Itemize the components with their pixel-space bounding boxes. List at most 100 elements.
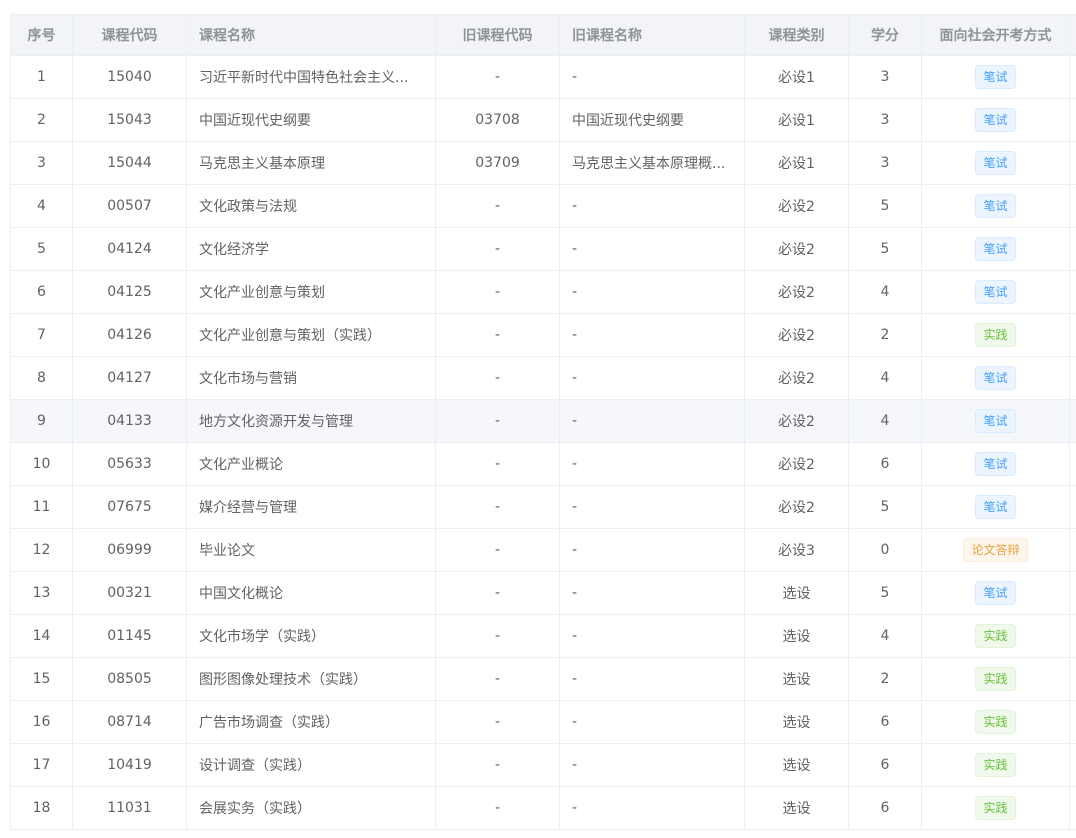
cell-gutter <box>1069 786 1076 830</box>
cell-course-category: 选设 <box>744 614 849 658</box>
cell-exam-method: 笔试 <box>921 227 1070 271</box>
table-row[interactable]: 17 10419 设计调查（实践） - - 选设 6 实践 <box>10 743 1076 787</box>
exam-method-tag: 实践 <box>975 796 1016 820</box>
cell-course-code: 08714 <box>72 700 187 744</box>
cell-exam-method: 实践 <box>921 657 1070 701</box>
table-row[interactable]: 15 08505 图形图像处理技术（实践） - - 选设 2 实践 <box>10 657 1076 701</box>
table-row[interactable]: 2 15043 中国近现代史纲要 03708 中国近现代史纲要 必设1 3 笔试 <box>10 98 1076 142</box>
course-table: 序号 课程代码 课程名称 旧课程代码 旧课程名称 课程类别 学分 面向社会开考方… <box>10 14 1076 830</box>
cell-old-course-code: - <box>435 55 560 99</box>
cell-course-name: 文化市场与营销 <box>186 356 436 400</box>
cell-course-code: 15043 <box>72 98 187 142</box>
cell-old-course-name: 中国近现代史纲要 <box>559 98 745 142</box>
cell-credits: 4 <box>848 614 922 658</box>
cell-gutter <box>1069 313 1076 357</box>
cell-course-category: 选设 <box>744 700 849 744</box>
cell-course-code: 11031 <box>72 786 187 830</box>
cell-course-category: 必设2 <box>744 356 849 400</box>
cell-old-course-name: - <box>559 485 745 529</box>
header-course-name: 课程名称 <box>186 14 436 56</box>
cell-credits: 2 <box>848 313 922 357</box>
cell-index: 15 <box>10 657 73 701</box>
table-row[interactable]: 7 04126 文化产业创意与策划（实践） - - 必设2 2 实践 <box>10 313 1076 357</box>
cell-course-name: 设计调查（实践） <box>186 743 436 787</box>
table-row[interactable]: 11 07675 媒介经营与管理 - - 必设2 5 笔试 <box>10 485 1076 529</box>
cell-old-course-name: - <box>559 571 745 615</box>
cell-course-category: 选设 <box>744 657 849 701</box>
table-row[interactable]: 14 01145 文化市场学（实践） - - 选设 4 实践 <box>10 614 1076 658</box>
exam-method-tag: 笔试 <box>975 151 1016 175</box>
cell-course-category: 必设3 <box>744 528 849 572</box>
cell-exam-method: 实践 <box>921 614 1070 658</box>
cell-index: 5 <box>10 227 73 271</box>
cell-gutter <box>1069 227 1076 271</box>
cell-index: 14 <box>10 614 73 658</box>
table-row[interactable]: 12 06999 毕业论文 - - 必设3 0 论文答辩 <box>10 528 1076 572</box>
cell-index: 17 <box>10 743 73 787</box>
header-course-code: 课程代码 <box>72 14 187 56</box>
cell-gutter <box>1069 356 1076 400</box>
exam-method-tag: 笔试 <box>975 108 1016 132</box>
cell-old-course-code: 03708 <box>435 98 560 142</box>
cell-old-course-code: - <box>435 356 560 400</box>
cell-old-course-name: 马克思主义基本原理概... <box>559 141 745 185</box>
cell-course-name: 文化产业创意与策划（实践） <box>186 313 436 357</box>
cell-credits: 4 <box>848 270 922 314</box>
cell-course-code: 08505 <box>72 657 187 701</box>
cell-credits: 5 <box>848 184 922 228</box>
cell-exam-method: 笔试 <box>921 55 1070 99</box>
cell-credits: 5 <box>848 571 922 615</box>
table-row[interactable]: 10 05633 文化产业概论 - - 必设2 6 笔试 <box>10 442 1076 486</box>
table-row[interactable]: 8 04127 文化市场与营销 - - 必设2 4 笔试 <box>10 356 1076 400</box>
exam-method-tag: 论文答辩 <box>963 538 1028 562</box>
table-header-row: 序号 课程代码 课程名称 旧课程代码 旧课程名称 课程类别 学分 面向社会开考方… <box>10 14 1076 56</box>
cell-index: 7 <box>10 313 73 357</box>
exam-method-tag: 笔试 <box>975 194 1016 218</box>
cell-course-name: 文化产业创意与策划 <box>186 270 436 314</box>
cell-index: 9 <box>10 399 73 443</box>
cell-old-course-code: 03709 <box>435 141 560 185</box>
table-row[interactable]: 18 11031 会展实务（实践） - - 选设 6 实践 <box>10 786 1076 830</box>
cell-course-code: 00321 <box>72 571 187 615</box>
cell-gutter <box>1069 700 1076 744</box>
cell-gutter <box>1069 442 1076 486</box>
table-body: 1 15040 习近平新时代中国特色社会主义... - - 必设1 3 笔试 2 15043 中国近… <box>10 55 1076 830</box>
cell-gutter <box>1069 614 1076 658</box>
cell-gutter <box>1069 743 1076 787</box>
cell-exam-method: 笔试 <box>921 141 1070 185</box>
table-row[interactable]: 13 00321 中国文化概论 - - 选设 5 笔试 <box>10 571 1076 615</box>
cell-gutter <box>1069 657 1076 701</box>
cell-index: 16 <box>10 700 73 744</box>
table-row[interactable]: 3 15044 马克思主义基本原理 03709 马克思主义基本原理概... 必设1 3 笔试 <box>10 141 1076 185</box>
cell-index: 8 <box>10 356 73 400</box>
cell-course-code: 04125 <box>72 270 187 314</box>
cell-old-course-code: - <box>435 227 560 271</box>
cell-gutter <box>1069 399 1076 443</box>
cell-credits: 4 <box>848 399 922 443</box>
exam-method-tag: 实践 <box>975 323 1016 347</box>
cell-old-course-name: - <box>559 184 745 228</box>
cell-gutter <box>1069 485 1076 529</box>
table-row[interactable]: 5 04124 文化经济学 - - 必设2 5 笔试 <box>10 227 1076 271</box>
table-row[interactable]: 4 00507 文化政策与法规 - - 必设2 5 笔试 <box>10 184 1076 228</box>
table-row[interactable]: 9 04133 地方文化资源开发与管理 - - 必设2 4 笔试 <box>10 399 1076 443</box>
cell-course-code: 04127 <box>72 356 187 400</box>
cell-course-name: 会展实务（实践） <box>186 786 436 830</box>
cell-old-course-code: - <box>435 399 560 443</box>
table-row[interactable]: 6 04125 文化产业创意与策划 - - 必设2 4 笔试 <box>10 270 1076 314</box>
exam-method-tag: 实践 <box>975 710 1016 734</box>
cell-exam-method: 笔试 <box>921 270 1070 314</box>
cell-gutter <box>1069 98 1076 142</box>
cell-old-course-name: - <box>559 227 745 271</box>
cell-exam-method: 笔试 <box>921 98 1070 142</box>
course-table-container: 序号 课程代码 课程名称 旧课程代码 旧课程名称 课程类别 学分 面向社会开考方… <box>10 14 1076 838</box>
cell-course-code: 04126 <box>72 313 187 357</box>
table-row[interactable]: 1 15040 习近平新时代中国特色社会主义... - - 必设1 3 笔试 <box>10 55 1076 99</box>
cell-index: 11 <box>10 485 73 529</box>
cell-old-course-code: - <box>435 485 560 529</box>
table-row[interactable]: 16 08714 广告市场调查（实践） - - 选设 6 实践 <box>10 700 1076 744</box>
header-gutter <box>1069 14 1076 56</box>
exam-method-tag: 笔试 <box>975 452 1016 476</box>
cell-old-course-code: - <box>435 313 560 357</box>
cell-old-course-name: - <box>559 399 745 443</box>
